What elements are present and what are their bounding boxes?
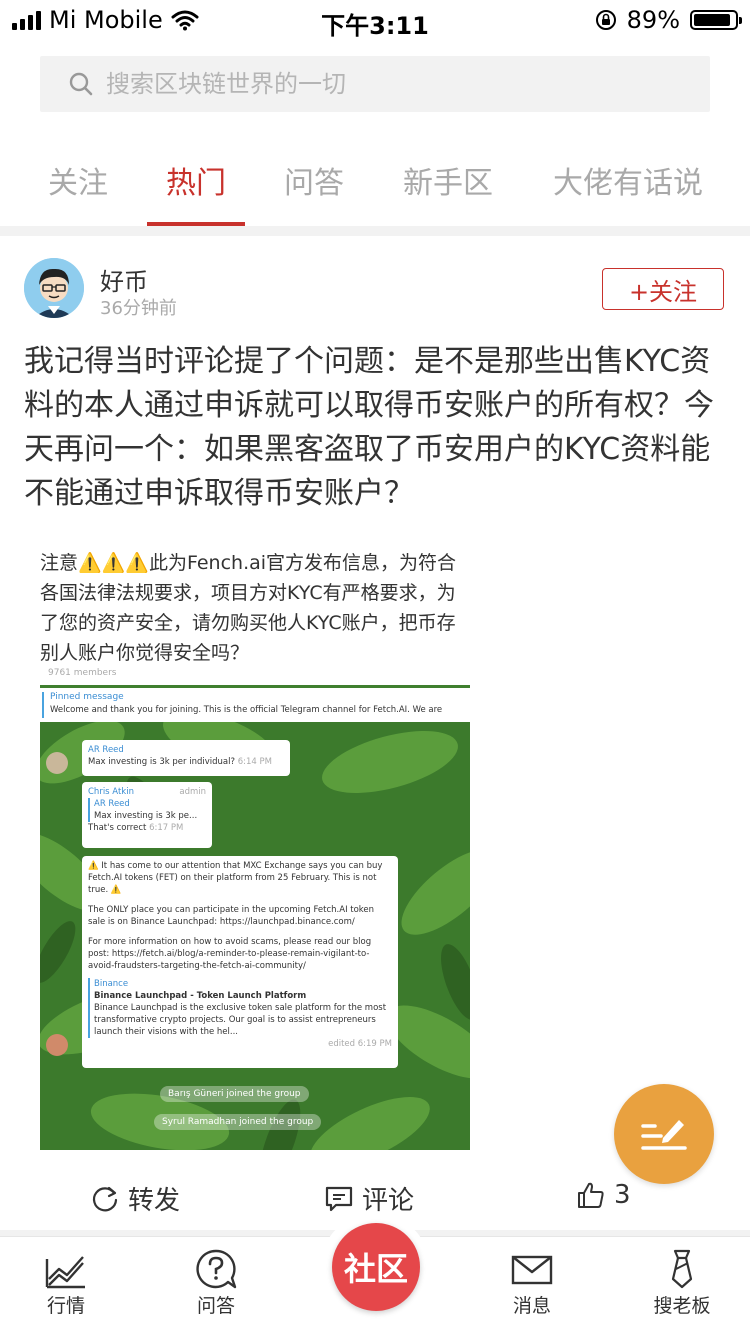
question-bubble-icon bbox=[196, 1249, 237, 1289]
chat-message-1-text: Max investing is 3k per individual? bbox=[88, 757, 235, 767]
nav-market[interactable]: 行情 bbox=[16, 1249, 116, 1318]
status-right: 89% bbox=[595, 6, 742, 34]
chat-message-2-role: admin bbox=[179, 787, 206, 797]
chat-message-3-p3: For more information on how to avoid sca… bbox=[88, 937, 372, 971]
join-notice-2: Syrul Ramadhan joined the group bbox=[154, 1114, 322, 1130]
search-icon bbox=[68, 71, 94, 97]
tab-newbie[interactable]: 新手区 bbox=[398, 140, 498, 226]
pinned-text: Welcome and thank you for joining. This … bbox=[50, 705, 443, 715]
nav-messages[interactable]: 消息 bbox=[482, 1249, 582, 1318]
post-image[interactable]: 注意⚠️⚠️⚠️此为Fench.ai官方发布信息，为符合各国法律法规要求，项目方… bbox=[40, 540, 470, 1150]
chat-avatar bbox=[46, 1034, 68, 1056]
rotation-lock-icon bbox=[595, 10, 616, 30]
nav-qa-label: 问答 bbox=[196, 1295, 235, 1317]
nav-qa[interactable]: 问答 bbox=[166, 1249, 266, 1318]
tab-hot[interactable]: 热门 bbox=[147, 140, 245, 226]
post-time: 36分钟前 bbox=[100, 298, 177, 319]
chat-message-3-link-title: Binance Launchpad - Token Launch Platfor… bbox=[94, 991, 307, 1001]
chat-message-2-text: That's correct bbox=[88, 823, 147, 833]
battery-percent: 89% bbox=[626, 6, 680, 34]
like-count: 3 bbox=[614, 1180, 631, 1210]
tab-qa[interactable]: 问答 bbox=[276, 140, 352, 226]
chart-trend-icon bbox=[45, 1256, 85, 1289]
category-tabs: 关注 热门 问答 新手区 大佬有话说 bbox=[0, 140, 750, 226]
pinned-message: Pinned message Welcome and thank you for… bbox=[40, 688, 470, 722]
repost-label: 转发 bbox=[128, 1186, 181, 1216]
comment-label: 评论 bbox=[362, 1186, 415, 1216]
pinned-title: Pinned message bbox=[50, 692, 124, 702]
chat-message-3-p1: ⚠️ It has come to our attention that MXC… bbox=[88, 861, 383, 895]
post-author[interactable]: 好币 bbox=[100, 262, 148, 297]
chat-message-3: ⚠️ It has come to our attention that MXC… bbox=[82, 856, 398, 1068]
like-button[interactable]: 3 bbox=[576, 1180, 631, 1210]
compose-icon bbox=[641, 1120, 687, 1150]
chat-message-2-quote: Max investing is 3k pe... bbox=[94, 811, 198, 821]
image-notice-text: 注意⚠️⚠️⚠️此为Fench.ai官方发布信息，为符合各国法律法规要求，项目方… bbox=[40, 552, 457, 664]
repost-icon bbox=[92, 1186, 118, 1211]
comment-icon bbox=[325, 1186, 353, 1211]
bottom-nav: 行情 问答 社区 消息 搜老板 bbox=[0, 1213, 750, 1334]
tab-follow[interactable]: 关注 bbox=[40, 140, 116, 226]
chat-message-2: Chris Atkin admin AR Reed Max investing … bbox=[82, 782, 212, 848]
compose-button[interactable] bbox=[614, 1084, 714, 1184]
avatar[interactable] bbox=[24, 258, 84, 318]
chat-message-1: AR Reed Max investing is 3k per individu… bbox=[82, 740, 290, 776]
nav-market-label: 行情 bbox=[46, 1295, 85, 1317]
search-bar[interactable] bbox=[40, 56, 710, 112]
post-text[interactable]: 我记得当时评论提了个问题：是不是那些出售KYC资料的本人通过申诉就可以取得币安账… bbox=[24, 340, 724, 516]
battery-icon bbox=[690, 10, 742, 30]
chat-message-2-name: Chris Atkin bbox=[88, 787, 134, 797]
nav-search-boss-label: 搜老板 bbox=[653, 1295, 711, 1317]
nav-search-boss[interactable]: 搜老板 bbox=[632, 1249, 732, 1318]
chat-message-2-quote-name: AR Reed bbox=[94, 799, 130, 809]
image-notice-area: 注意⚠️⚠️⚠️此为Fench.ai官方发布信息，为符合各国法律法规要求，项目方… bbox=[40, 540, 470, 685]
search-input[interactable] bbox=[104, 69, 668, 99]
tab-experts[interactable]: 大佬有话说 bbox=[548, 140, 708, 226]
chat-message-3-time: edited 6:19 PM bbox=[328, 1039, 392, 1049]
leaf-background: AR Reed Max investing is 3k per individu… bbox=[40, 722, 470, 1150]
image-members-count: 9761 members bbox=[48, 668, 117, 678]
status-bar: Mi Mobile 下午3:11 89% bbox=[0, 0, 750, 40]
battery-fill bbox=[694, 14, 730, 26]
tie-icon bbox=[671, 1249, 693, 1289]
repost-button[interactable]: 转发 bbox=[90, 1180, 180, 1217]
follow-button[interactable]: +关注 bbox=[602, 268, 724, 310]
section-divider bbox=[0, 226, 750, 236]
nav-community-button[interactable]: 社区 bbox=[332, 1223, 420, 1311]
thumbs-up-icon bbox=[578, 1182, 604, 1208]
chat-message-1-name: AR Reed bbox=[88, 745, 124, 755]
chat-message-3-link-desc: Binance Launchpad is the exclusive token… bbox=[94, 1003, 387, 1037]
envelope-icon bbox=[511, 1255, 553, 1285]
join-notice-1: Barış Güneri joined the group bbox=[160, 1086, 309, 1102]
chat-message-3-link-site: Binance bbox=[94, 979, 129, 989]
chat-message-3-p2: The ONLY place you can participate in th… bbox=[88, 905, 375, 927]
chat-message-2-time: 6:17 PM bbox=[149, 823, 184, 833]
chat-message-1-time: 6:14 PM bbox=[237, 757, 272, 767]
chat-avatar bbox=[46, 752, 68, 774]
comment-button[interactable]: 评论 bbox=[324, 1180, 414, 1217]
nav-messages-label: 消息 bbox=[512, 1295, 551, 1317]
